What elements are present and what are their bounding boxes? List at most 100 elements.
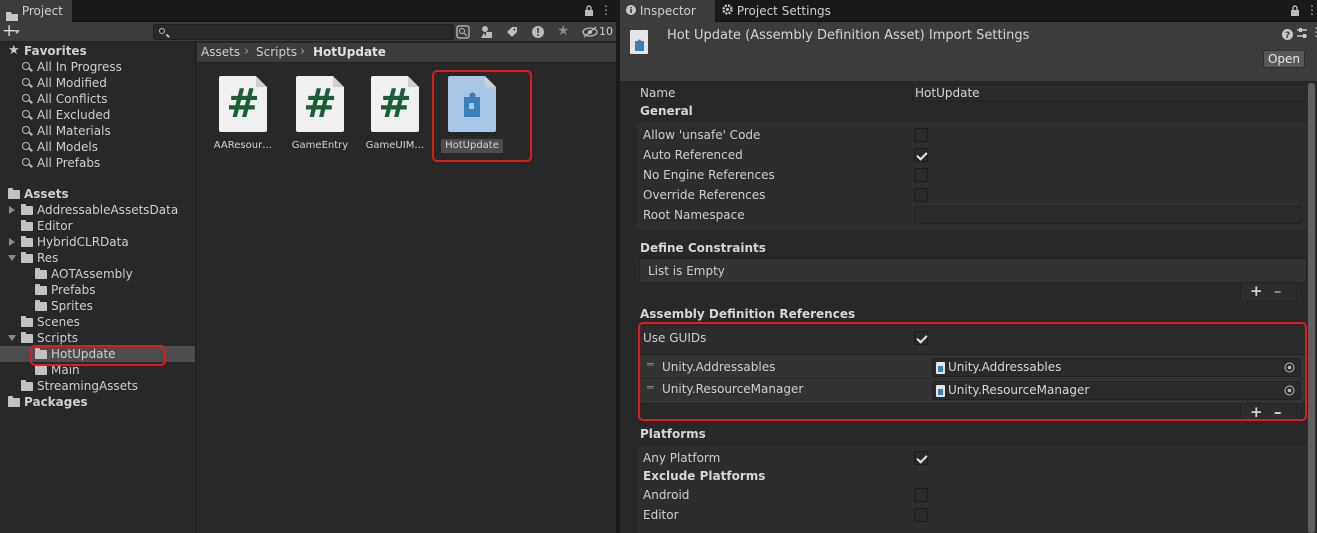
info-icon [626, 0, 636, 22]
more-options-icon[interactable]: ⋮ [600, 4, 612, 16]
tree-item[interactable]: AOTAssembly [22, 266, 133, 282]
favorite-item[interactable]: All Materials [22, 123, 111, 139]
breadcrumb-item-current[interactable]: HotUpdate [313, 45, 386, 59]
folder-icon [21, 220, 33, 231]
filter-by-label-icon[interactable] [505, 25, 519, 42]
svg-text:?: ? [1285, 31, 1290, 40]
preset-sliders-icon[interactable] [1296, 27, 1308, 42]
favorite-item-label: All Conflicts [37, 92, 108, 106]
favorite-item[interactable]: All In Progress [22, 59, 122, 75]
tree-item[interactable]: Scenes [8, 314, 80, 330]
override-references-checkbox[interactable] [914, 188, 928, 202]
more-options-icon[interactable]: ⋮ [1306, 4, 1317, 16]
favorite-item[interactable]: All Excluded [22, 107, 110, 123]
tree-item[interactable]: Editor [8, 218, 73, 234]
breadcrumb-item[interactable]: Scripts [256, 45, 297, 59]
name-label: Name [640, 86, 676, 100]
fold-arrow-icon[interactable] [8, 255, 16, 261]
root-namespace-label: Root Namespace [643, 208, 745, 222]
assets-root[interactable]: Assets [8, 186, 69, 202]
tab-project-settings[interactable]: Project Settings [716, 0, 836, 22]
tab-project[interactable]: Project [0, 0, 72, 22]
header-more-icon[interactable]: ⋮ [1310, 26, 1317, 38]
object-picker-icon[interactable] [1284, 385, 1295, 399]
allow-unsafe-checkbox[interactable] [914, 128, 928, 142]
define-constraints-footer: + – [1240, 283, 1297, 301]
platform-checkbox[interactable] [914, 508, 928, 522]
reference-object-value: Unity.Addressables [948, 360, 1062, 374]
fold-arrow-icon[interactable] [9, 238, 15, 246]
platform-checkbox[interactable] [914, 488, 928, 502]
favorite-item[interactable]: All Prefabs [22, 155, 100, 171]
favorite-item[interactable]: All Modified [22, 75, 107, 91]
root-namespace-field[interactable] [914, 206, 1303, 224]
reference-object-field[interactable]: Unity.ResourceManager [932, 381, 1301, 400]
project-tree: ★ Favorites All In Progress All Modified… [0, 43, 196, 533]
folder-icon [35, 268, 47, 279]
filter-by-log-type-icon[interactable] [531, 25, 545, 42]
remove-constraint-button[interactable]: – [1274, 284, 1282, 299]
any-platform-checkbox[interactable] [914, 451, 928, 465]
vertical-scrollbar[interactable] [1306, 83, 1317, 533]
lock-icon[interactable] [584, 5, 594, 20]
search-by-type-icon[interactable] [456, 25, 470, 42]
auto-referenced-checkbox[interactable] [914, 148, 928, 162]
tree-item[interactable]: Sprites [22, 298, 93, 314]
filter-by-type-icon[interactable] [480, 25, 494, 42]
tab-inspector[interactable]: Inspector [620, 0, 715, 22]
tree-item[interactable]: Prefabs [22, 282, 96, 298]
no-engine-references-checkbox[interactable] [914, 168, 928, 182]
gear-icon [722, 0, 733, 22]
tree-item[interactable]: StreamingAssets [8, 378, 138, 394]
assembly-definition-icon [448, 76, 496, 132]
tree-item[interactable]: AddressableAssetsData [8, 202, 196, 218]
drag-handle-icon[interactable]: ═ [647, 382, 654, 393]
tree-item-label: Scripts [37, 331, 79, 345]
hidden-packages-eye-icon[interactable] [582, 25, 598, 42]
open-button[interactable]: Open [1263, 50, 1305, 68]
favorite-item[interactable]: All Conflicts [22, 91, 107, 107]
lock-icon[interactable] [1290, 5, 1300, 20]
panel-splitter[interactable] [616, 0, 620, 533]
csharp-script-icon: # [296, 76, 344, 132]
favorite-item-label: All Models [37, 140, 98, 154]
override-references-label: Override References [643, 188, 766, 202]
favorite-item[interactable]: All Models [22, 139, 98, 155]
search-icon [22, 78, 30, 86]
tree-item[interactable]: HybridCLRData [8, 234, 129, 250]
assets-root-label: Assets [24, 187, 69, 201]
reference-object-field[interactable]: Unity.Addressables [932, 358, 1301, 377]
inspector-tabstrip: Inspector Project Settings ⋮ [620, 0, 1317, 22]
tree-item-label: Sprites [51, 299, 93, 313]
fold-arrow-icon[interactable] [9, 206, 15, 214]
tree-item-label: HotUpdate [51, 347, 116, 361]
tree-item[interactable]: Res [8, 250, 58, 266]
folder-icon [6, 6, 18, 21]
asset-label: HotUpdate [445, 140, 499, 151]
define-constraints-header: Define Constraints [640, 241, 766, 255]
favorites-header[interactable]: ★ Favorites [8, 43, 87, 59]
tree-item[interactable]: Scripts [8, 330, 78, 346]
add-reference-button[interactable]: + [1250, 405, 1263, 420]
search-input[interactable] [153, 24, 454, 40]
tree-item[interactable]: Main [22, 362, 80, 378]
scrollbar-thumb[interactable] [1308, 83, 1315, 533]
tree-item-label: StreamingAssets [37, 379, 139, 393]
inspector-header: Hot Update (Assembly Definition Asset) I… [620, 22, 1317, 82]
breadcrumb-item[interactable]: Assets [201, 45, 240, 59]
help-icon[interactable]: ? [1282, 29, 1293, 43]
name-field[interactable]: HotUpdate [912, 84, 1306, 102]
add-constraint-button[interactable]: + [1250, 284, 1263, 299]
any-platform-label: Any Platform [643, 451, 721, 465]
star-icon: ★ [8, 43, 20, 58]
chevron-down-icon[interactable] [14, 30, 20, 34]
packages-root[interactable]: Packages [8, 394, 88, 410]
object-picker-icon[interactable] [1284, 362, 1295, 376]
fold-arrow-icon[interactable] [8, 335, 16, 341]
remove-reference-button[interactable]: – [1274, 405, 1282, 420]
drag-handle-icon[interactable]: ═ [647, 359, 654, 370]
favorite-star-icon[interactable]: ★ [557, 24, 570, 38]
use-guids-checkbox[interactable] [914, 331, 928, 345]
tree-item-selected[interactable]: HotUpdate [22, 346, 116, 362]
tree-item-label: Main [51, 363, 80, 377]
